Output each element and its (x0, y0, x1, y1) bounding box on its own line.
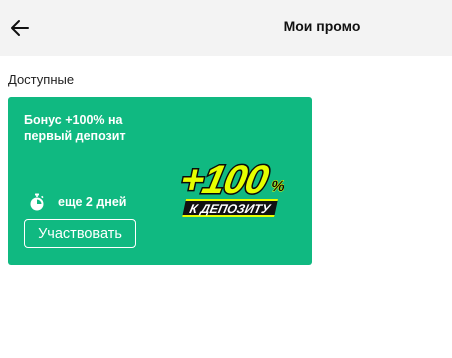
bonus-sub-text: К ДЕПОЗИТУ (188, 202, 273, 216)
back-button[interactable] (6, 14, 34, 42)
bonus-100-percent-graphic: +100 % К ДЕПОЗИТУ (175, 155, 284, 217)
top-app-bar: Мои промо (0, 0, 452, 56)
section-label-available: Доступные (8, 72, 75, 87)
bonus-main-text: +100 (176, 156, 273, 201)
promo-timer: еще 2 дней (28, 193, 126, 211)
promo-card[interactable]: Бонус +100% на первый депозит +100 % К Д… (8, 97, 312, 265)
promo-timer-text: еще 2 дней (58, 195, 127, 209)
stopwatch-icon (30, 193, 44, 211)
bonus-percent-sign: % (270, 178, 284, 195)
bonus-banner-accent-top (185, 199, 278, 201)
promo-title: Бонус +100% на первый депозит (24, 113, 126, 143)
page-title: Мои промо (283, 18, 361, 34)
participate-button[interactable]: Участвовать (24, 219, 136, 248)
arrow-left-icon (11, 20, 29, 36)
